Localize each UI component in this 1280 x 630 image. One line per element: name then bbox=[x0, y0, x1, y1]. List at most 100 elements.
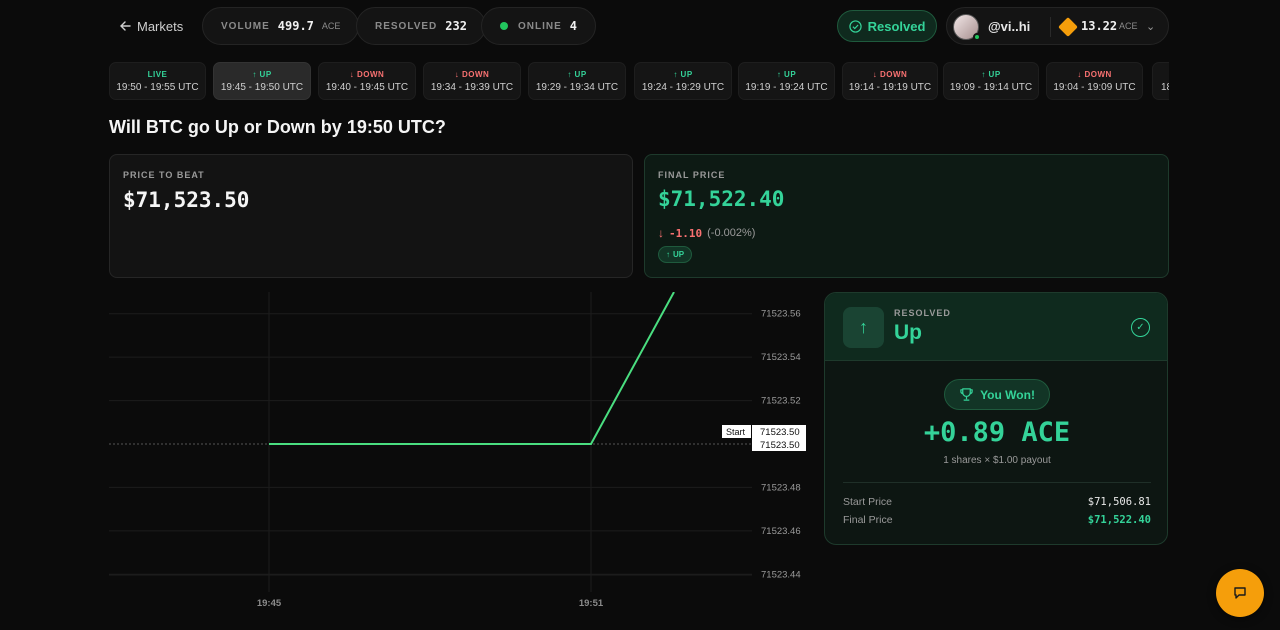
final-price-label: FINAL PRICE bbox=[658, 170, 726, 180]
trophy-icon bbox=[960, 388, 973, 401]
interval-tab[interactable]: ↑ UP 19:19 - 19:24 UTC bbox=[738, 62, 835, 100]
price-chart: 71523.56 71523.54 71523.52 71523.48 71523.46… bbox=[109, 292, 806, 609]
start-value-2: 71523.50 bbox=[760, 440, 800, 451]
interval-time: 19:14 - 19:19 UTC bbox=[848, 81, 932, 93]
online-dot-icon bbox=[500, 22, 508, 30]
price-to-beat-card: PRICE TO BEAT $71,523.50 bbox=[109, 154, 633, 278]
username: @vi..hi bbox=[988, 19, 1031, 34]
interval-tabs: LIVE 19:50 - 19:55 UTC ↑ UP 19:45 - 19:50 U… bbox=[109, 62, 1169, 100]
result-label: RESOLVED bbox=[894, 308, 951, 318]
final-price-row: Final Price $71,522.40 bbox=[843, 514, 1151, 526]
result-panel: ↑ RESOLVED Up ✓ You Won! +0.89 ACE 1 sha… bbox=[824, 292, 1168, 545]
start-price-label: Start Price bbox=[843, 496, 893, 508]
y-tick-label: 71523.46 bbox=[761, 526, 801, 537]
interval-time: 19:29 - 19:34 UTC bbox=[535, 81, 619, 93]
start-label: Start bbox=[726, 427, 746, 437]
coin-icon bbox=[1058, 17, 1078, 37]
price-delta: -1.10 bbox=[669, 226, 703, 240]
price-change: ↓ -1.10 (-0.002%) bbox=[658, 226, 755, 240]
interval-tab[interactable]: 18 bbox=[1152, 62, 1169, 100]
divider bbox=[843, 482, 1151, 483]
interval-tab[interactable]: ↑ UP 19:45 - 19:50 UTC bbox=[213, 62, 311, 100]
volume-stat: VOLUME 499.7 ACE bbox=[202, 7, 360, 45]
start-price-value: $71,506.81 bbox=[1087, 496, 1151, 508]
arrow-left-icon bbox=[120, 21, 131, 31]
check-circle-icon bbox=[848, 19, 862, 33]
you-won-badge: You Won! bbox=[944, 379, 1050, 410]
interval-time: 19:19 - 19:24 UTC bbox=[745, 81, 828, 93]
interval-direction: ↑ UP bbox=[673, 69, 693, 79]
volume-unit: ACE bbox=[321, 21, 341, 31]
chat-icon bbox=[1234, 587, 1246, 599]
interval-tab[interactable]: ↓ DOWN 19:40 - 19:45 UTC bbox=[318, 62, 416, 100]
interval-tab[interactable]: ↓ DOWN 19:34 - 19:39 UTC bbox=[423, 62, 521, 100]
result-header: ↑ RESOLVED Up ✓ bbox=[825, 293, 1167, 361]
interval-direction: ↓ DOWN bbox=[454, 69, 490, 79]
start-marker: Start 71523.50 71523.50 bbox=[722, 425, 806, 451]
direction-badge-label: UP bbox=[673, 250, 685, 259]
interval-time: 19:04 - 19:09 UTC bbox=[1053, 81, 1136, 93]
interval-time: 18 bbox=[1161, 81, 1169, 93]
final-price-value: $71,522.40 bbox=[658, 187, 785, 211]
start-price-row: Start Price $71,506.81 bbox=[843, 496, 1151, 508]
payout-amount: +0.89 ACE bbox=[923, 417, 1071, 448]
final-price-row-label: Final Price bbox=[843, 514, 893, 526]
interval-direction: ↓ DOWN bbox=[1077, 69, 1112, 79]
y-tick-label: 71523.44 bbox=[761, 569, 801, 580]
shares-text: 1 shares × $1.00 payout bbox=[943, 455, 1051, 466]
interval-tab[interactable]: LIVE 19:50 - 19:55 UTC bbox=[109, 62, 206, 100]
direction-badge: ↑ UP bbox=[658, 246, 693, 263]
user-menu[interactable]: @vi..hi 13.22 ACE ⌄ bbox=[946, 7, 1169, 45]
chart-grid bbox=[109, 292, 752, 592]
y-tick-label: 71523.48 bbox=[761, 482, 801, 493]
interval-time: 19:34 - 19:39 UTC bbox=[430, 81, 514, 93]
you-won-label: You Won! bbox=[980, 387, 1035, 402]
balance-value: 13.22 bbox=[1081, 19, 1118, 33]
y-tick-label: 71523.56 bbox=[761, 309, 801, 320]
volume-value: 499.7 bbox=[277, 19, 314, 33]
interval-direction: ↑ UP bbox=[252, 69, 272, 79]
page-title: Will BTC go Up or Down by 19:50 UTC? bbox=[109, 117, 446, 137]
interval-tab[interactable]: ↑ UP 19:29 - 19:34 UTC bbox=[528, 62, 626, 100]
online-label: ONLINE bbox=[518, 20, 562, 32]
interval-time: 19:40 - 19:45 UTC bbox=[325, 81, 409, 93]
interval-tab[interactable]: ↓ DOWN 19:04 - 19:09 UTC bbox=[1046, 62, 1143, 100]
resolved-stat: RESOLVED 232 bbox=[356, 7, 486, 45]
volume-label: VOLUME bbox=[221, 20, 270, 32]
x-axis-ticks: 19:45 19:51 bbox=[257, 598, 604, 609]
chat-button[interactable] bbox=[1216, 569, 1264, 617]
interval-direction: ↑ UP bbox=[981, 69, 1001, 79]
online-indicator-icon bbox=[973, 33, 981, 41]
interval-time: 19:50 - 19:55 UTC bbox=[116, 81, 199, 93]
divider bbox=[1050, 17, 1051, 37]
back-to-markets-link[interactable]: Markets bbox=[119, 14, 183, 38]
price-to-beat-value: $71,523.50 bbox=[123, 188, 250, 212]
price-to-beat-label: PRICE TO BEAT bbox=[123, 170, 205, 180]
interval-tab[interactable]: ↑ UP 19:24 - 19:29 UTC bbox=[634, 62, 732, 100]
interval-time: 19:45 - 19:50 UTC bbox=[220, 81, 304, 93]
balance-unit: ACE bbox=[1119, 21, 1138, 31]
interval-direction bbox=[1161, 70, 1164, 79]
start-value-1: 71523.50 bbox=[760, 427, 800, 438]
arrow-up-icon: ↑ bbox=[666, 250, 670, 259]
online-value: 4 bbox=[569, 19, 578, 33]
arrow-down-icon: ↓ bbox=[658, 226, 664, 240]
resolved-label: RESOLVED bbox=[375, 20, 438, 32]
interval-direction: LIVE bbox=[147, 69, 168, 79]
status-badge: Resolved bbox=[837, 10, 937, 42]
check-circle-icon: ✓ bbox=[1131, 318, 1150, 337]
y-tick-label: 71523.52 bbox=[761, 396, 801, 407]
final-price-card: FINAL PRICE $71,522.40 ↓ -1.10 (-0.002%)… bbox=[644, 154, 1169, 278]
arrow-up-icon: ↑ bbox=[843, 307, 884, 348]
y-tick-label: 71523.54 bbox=[761, 352, 801, 363]
chevron-down-icon[interactable]: ⌄ bbox=[1146, 20, 1155, 33]
interval-tab[interactable]: ↓ DOWN 19:14 - 19:19 UTC bbox=[842, 62, 938, 100]
interval-direction: ↓ DOWN bbox=[872, 69, 908, 79]
price-line bbox=[269, 292, 675, 445]
interval-time: 19:24 - 19:29 UTC bbox=[641, 81, 725, 93]
status-label: Resolved bbox=[867, 18, 926, 34]
final-price-row-value: $71,522.40 bbox=[1087, 514, 1151, 526]
x-tick-label: 19:51 bbox=[579, 598, 604, 609]
interval-tab[interactable]: ↑ UP 19:09 - 19:14 UTC bbox=[943, 62, 1039, 100]
resolved-value: 232 bbox=[445, 19, 467, 33]
